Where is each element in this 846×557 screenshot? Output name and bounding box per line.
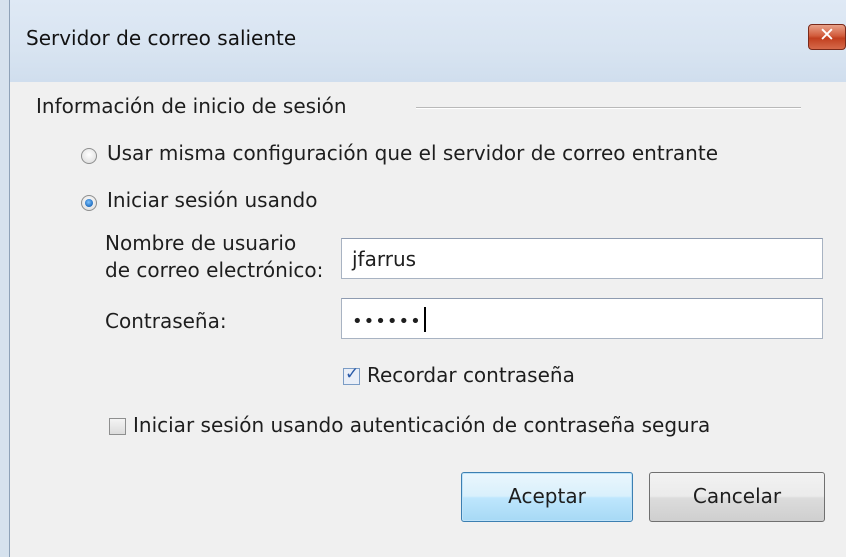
- secure-auth-checkbox[interactable]: [109, 418, 126, 435]
- accept-button[interactable]: Aceptar: [461, 472, 633, 522]
- dialog-window: Servidor de correo saliente ✕ Informació…: [9, 0, 846, 557]
- radio-login-using-label[interactable]: Iniciar sesión usando: [107, 188, 317, 212]
- close-icon: ✕: [819, 24, 835, 46]
- dialog-body: Información de inicio de sesión Usar mis…: [10, 82, 846, 557]
- username-value: jfarrus: [352, 247, 417, 271]
- close-button[interactable]: ✕: [808, 24, 846, 50]
- title-bar[interactable]: Servidor de correo saliente ✕: [10, 0, 846, 82]
- radio-same-config-label[interactable]: Usar misma configuración que el servidor…: [107, 141, 718, 165]
- dialog-title: Servidor de correo saliente: [26, 26, 297, 50]
- group-label: Información de inicio de sesión: [36, 94, 347, 118]
- check-icon: ✓: [345, 364, 360, 384]
- password-input[interactable]: ••••••: [341, 298, 823, 339]
- username-input[interactable]: jfarrus: [341, 238, 823, 279]
- password-value: ••••••: [352, 311, 422, 332]
- cancel-button[interactable]: Cancelar: [649, 472, 825, 522]
- radio-same-config[interactable]: [81, 148, 97, 164]
- password-label: Contraseña:: [105, 309, 227, 333]
- username-label-line2: de correo electrónico:: [105, 258, 324, 282]
- remember-password-label[interactable]: Recordar contraseña: [367, 363, 575, 387]
- radio-login-using[interactable]: [81, 195, 97, 211]
- secure-auth-label[interactable]: Iniciar sesión usando autenticación de c…: [133, 413, 710, 437]
- username-label-line1: Nombre de usuario: [105, 231, 297, 255]
- group-divider: [416, 107, 801, 109]
- text-caret: [423, 307, 426, 332]
- remember-password-checkbox[interactable]: ✓: [343, 364, 360, 385]
